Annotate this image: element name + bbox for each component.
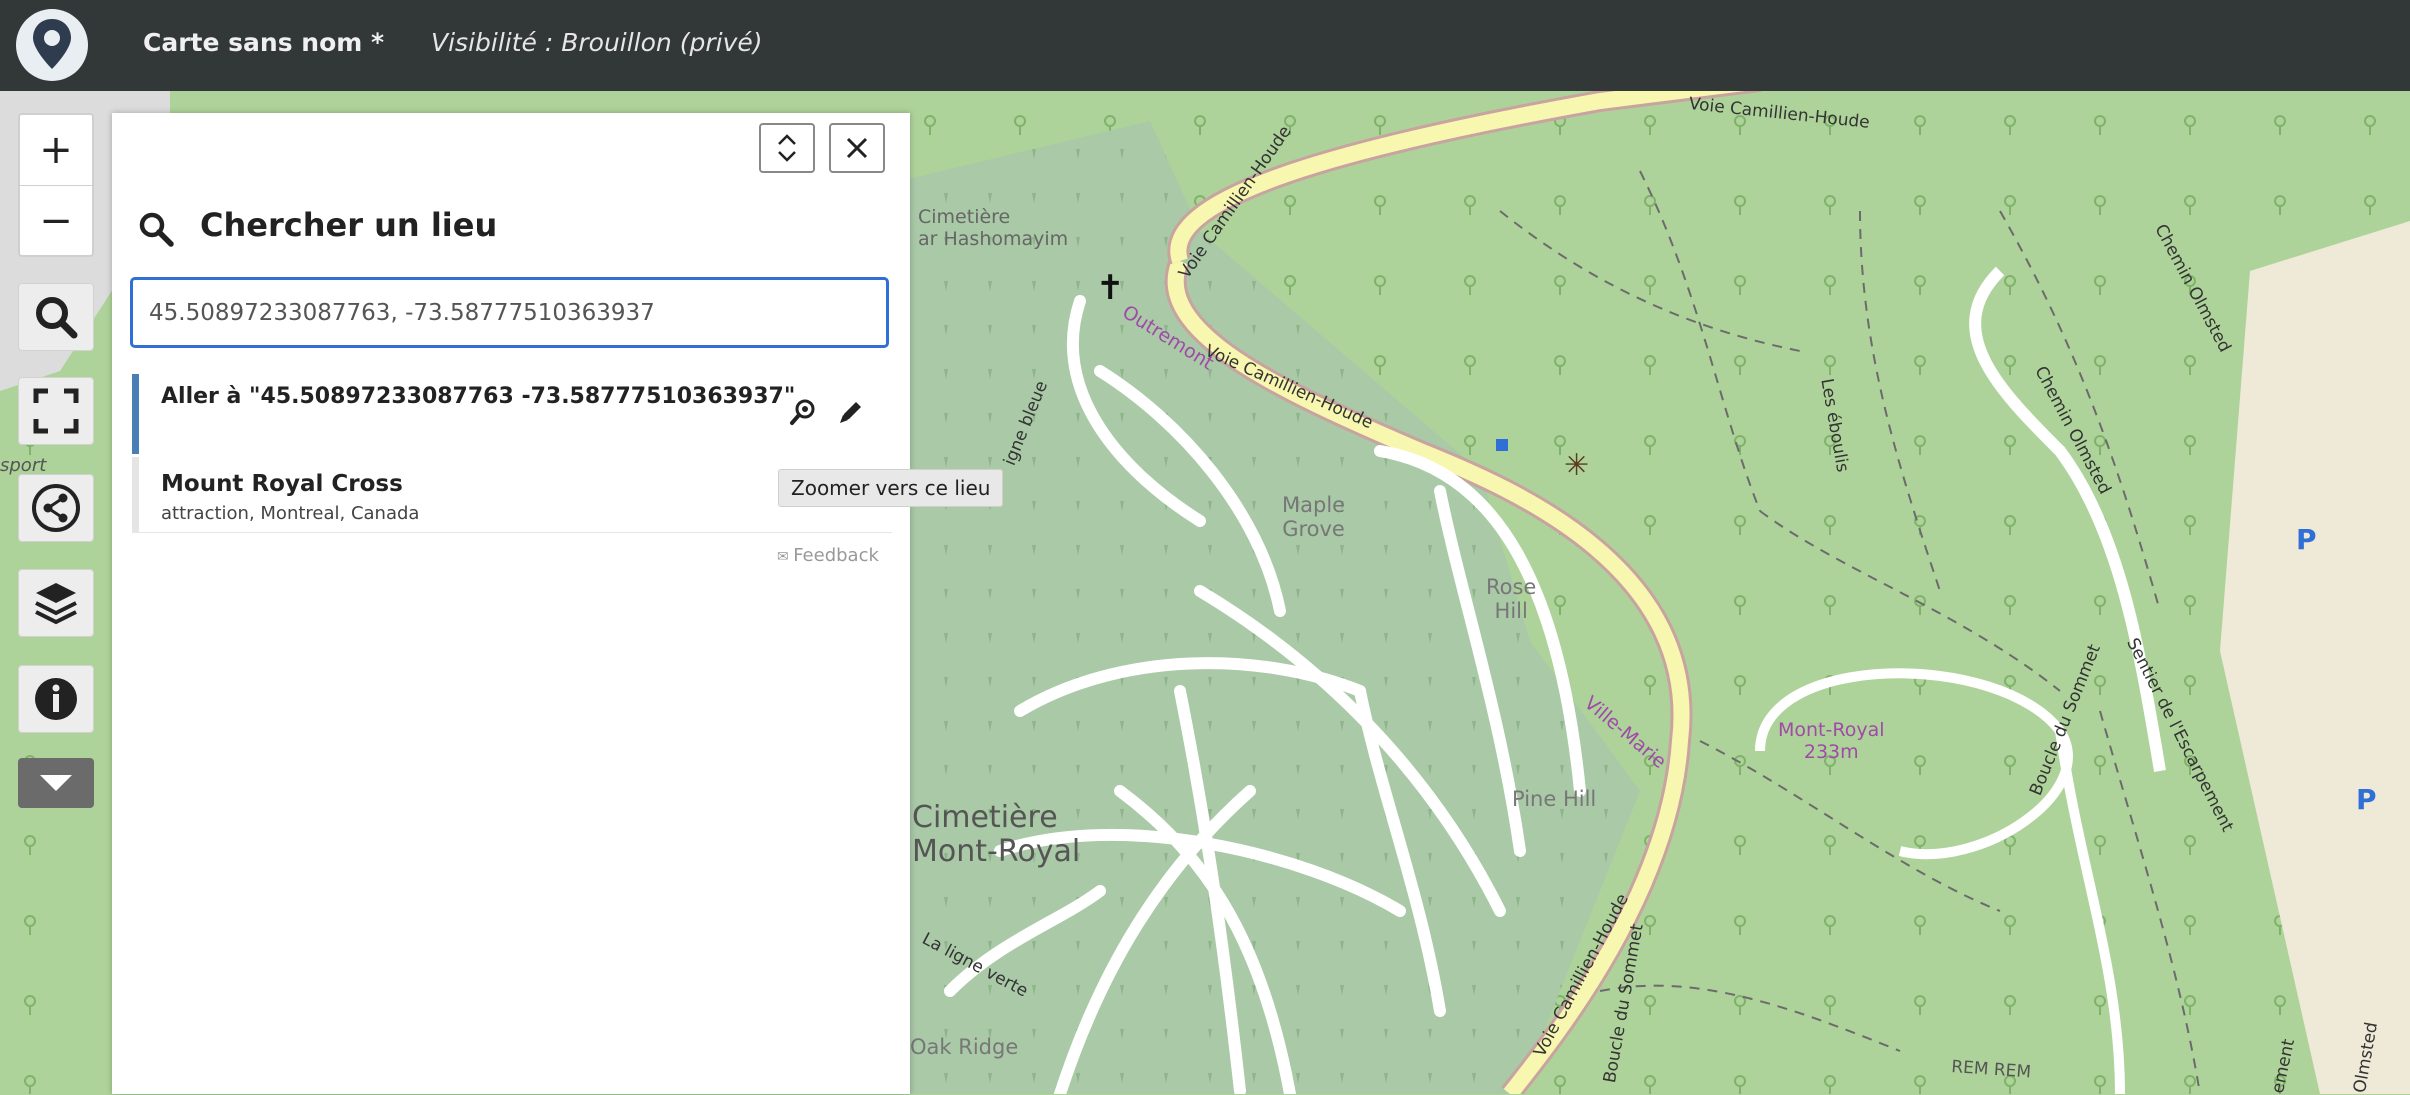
info-icon [35, 678, 77, 720]
search-panel: Chercher un lieu Aller à "45.50897233087… [112, 113, 910, 1094]
feedback-icon: ✉ [777, 549, 794, 565]
result-detail: attraction, Montreal, Canada [161, 503, 420, 524]
map-title[interactable]: Carte sans nom * [143, 28, 384, 57]
map-label-parking-2: P [2356, 783, 2377, 816]
share-button[interactable] [18, 474, 94, 542]
map-label-rose-hill: Rose Hill [1486, 575, 1536, 623]
search-input[interactable] [130, 277, 889, 348]
info-button[interactable] [18, 665, 94, 733]
svg-text:✝: ✝ [1096, 268, 1125, 308]
map-label-line: Cimetière [912, 800, 1058, 835]
close-panel-button[interactable] [829, 123, 885, 173]
more-controls-button[interactable] [18, 758, 94, 808]
zoom-to-icon [790, 399, 815, 425]
map-label-line: Mont-Royal [1778, 719, 1885, 741]
zoom-to-place-button[interactable] [785, 394, 821, 430]
result-label: Aller à "45.50897233087763 -73.587775103… [161, 384, 796, 409]
edit-place-button[interactable] [833, 394, 869, 430]
pencil-icon [840, 402, 861, 423]
search-panel-title: Chercher un lieu [200, 206, 498, 244]
map-label-line: Grove [1282, 517, 1345, 541]
map-label-maple-grove: Maple Grove [1282, 493, 1345, 541]
svg-text:✳: ✳ [1564, 448, 1589, 483]
feedback-link[interactable]: ✉ Feedback [777, 545, 879, 566]
map-label-cemetery-hashomayim: Cimetière ar Hashomayim [918, 206, 1068, 250]
search-result-coordinates[interactable]: Aller à "45.50897233087763 -73.587775103… [132, 374, 892, 454]
search-button[interactable] [18, 283, 94, 351]
map-label-pine-hill: Pine Hill [1512, 787, 1597, 811]
map-label-line: Hill [1494, 599, 1528, 623]
map-label-sport: sport [0, 455, 47, 476]
fullscreen-button[interactable] [18, 377, 94, 445]
umap-logo-icon[interactable] [16, 9, 88, 81]
expand-collapse-icon [778, 134, 796, 162]
caret-down-icon [40, 775, 72, 791]
visibility-status: Visibilité : Brouillon (privé) [431, 28, 763, 57]
map-label-line: ar Hashomayim [918, 228, 1069, 250]
result-name: Mount Royal Cross [161, 471, 403, 497]
map-label-line: Rose [1486, 575, 1537, 599]
feedback-label: Feedback [793, 545, 879, 566]
share-icon [32, 484, 80, 532]
search-icon [139, 212, 174, 247]
map-label-cimetiere-mont-royal: Cimetière Mont-Royal [912, 801, 1080, 869]
map-label-parking-1: P [2296, 523, 2317, 556]
top-bar: Carte sans nom * Visibilité : Brouillon … [0, 0, 2410, 91]
zoom-in-button[interactable]: + [20, 115, 92, 186]
map-label-mont-royal-peak: Mont-Royal 233m [1778, 719, 1885, 763]
zoom-control: + − [18, 113, 94, 257]
map-label-line: 233m [1803, 741, 1859, 763]
layers-button[interactable] [18, 569, 94, 637]
zoom-to-place-tooltip: Zoomer vers ce lieu [778, 469, 1004, 507]
map-label-oak-ridge: Oak Ridge [910, 1035, 1019, 1059]
map-label-line: Maple [1282, 493, 1346, 517]
close-icon [846, 137, 868, 159]
search-icon [36, 297, 78, 339]
toggle-panel-size-button[interactable] [759, 123, 815, 173]
map-label-line: Cimetière [918, 206, 1011, 228]
zoom-out-button[interactable]: − [20, 186, 92, 256]
layers-icon [35, 583, 77, 625]
map-label-line: Mont-Royal [912, 834, 1081, 869]
fullscreen-icon [33, 388, 79, 434]
